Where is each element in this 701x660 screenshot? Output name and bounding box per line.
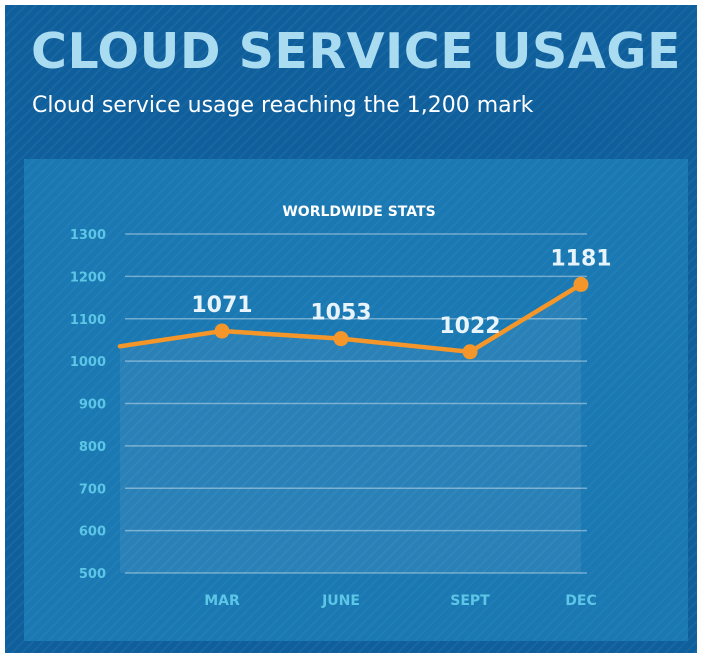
y-tick-label: 1200 (70, 270, 106, 285)
y-tick-label: 1300 (70, 228, 106, 243)
chart-title: WORLDWIDE STATS (282, 204, 435, 220)
data-point (573, 276, 589, 292)
x-tick-label: SEPT (450, 593, 490, 609)
data-point (333, 331, 349, 347)
x-tick-label: JUNE (321, 593, 360, 609)
data-label: 1071 (191, 293, 252, 318)
y-tick-label: 700 (79, 482, 106, 497)
x-tick-label: MAR (204, 593, 240, 609)
y-tick-label: 600 (79, 525, 106, 540)
y-tick-label: 500 (79, 567, 106, 582)
y-tick-label: 1100 (70, 313, 106, 328)
data-point (214, 323, 230, 339)
y-tick-label: 800 (79, 440, 106, 455)
y-tick-label: 1000 (70, 355, 106, 370)
x-tick-label: DEC (565, 593, 596, 609)
y-tick-label: 900 (79, 398, 106, 413)
data-label: 1181 (550, 246, 611, 271)
data-label: 1022 (439, 314, 500, 339)
data-point (462, 344, 478, 360)
data-label: 1053 (310, 301, 371, 326)
line-chart: WORLDWIDE STATS 500 600 700 800 900 1000 1100 12… (70, 204, 612, 609)
